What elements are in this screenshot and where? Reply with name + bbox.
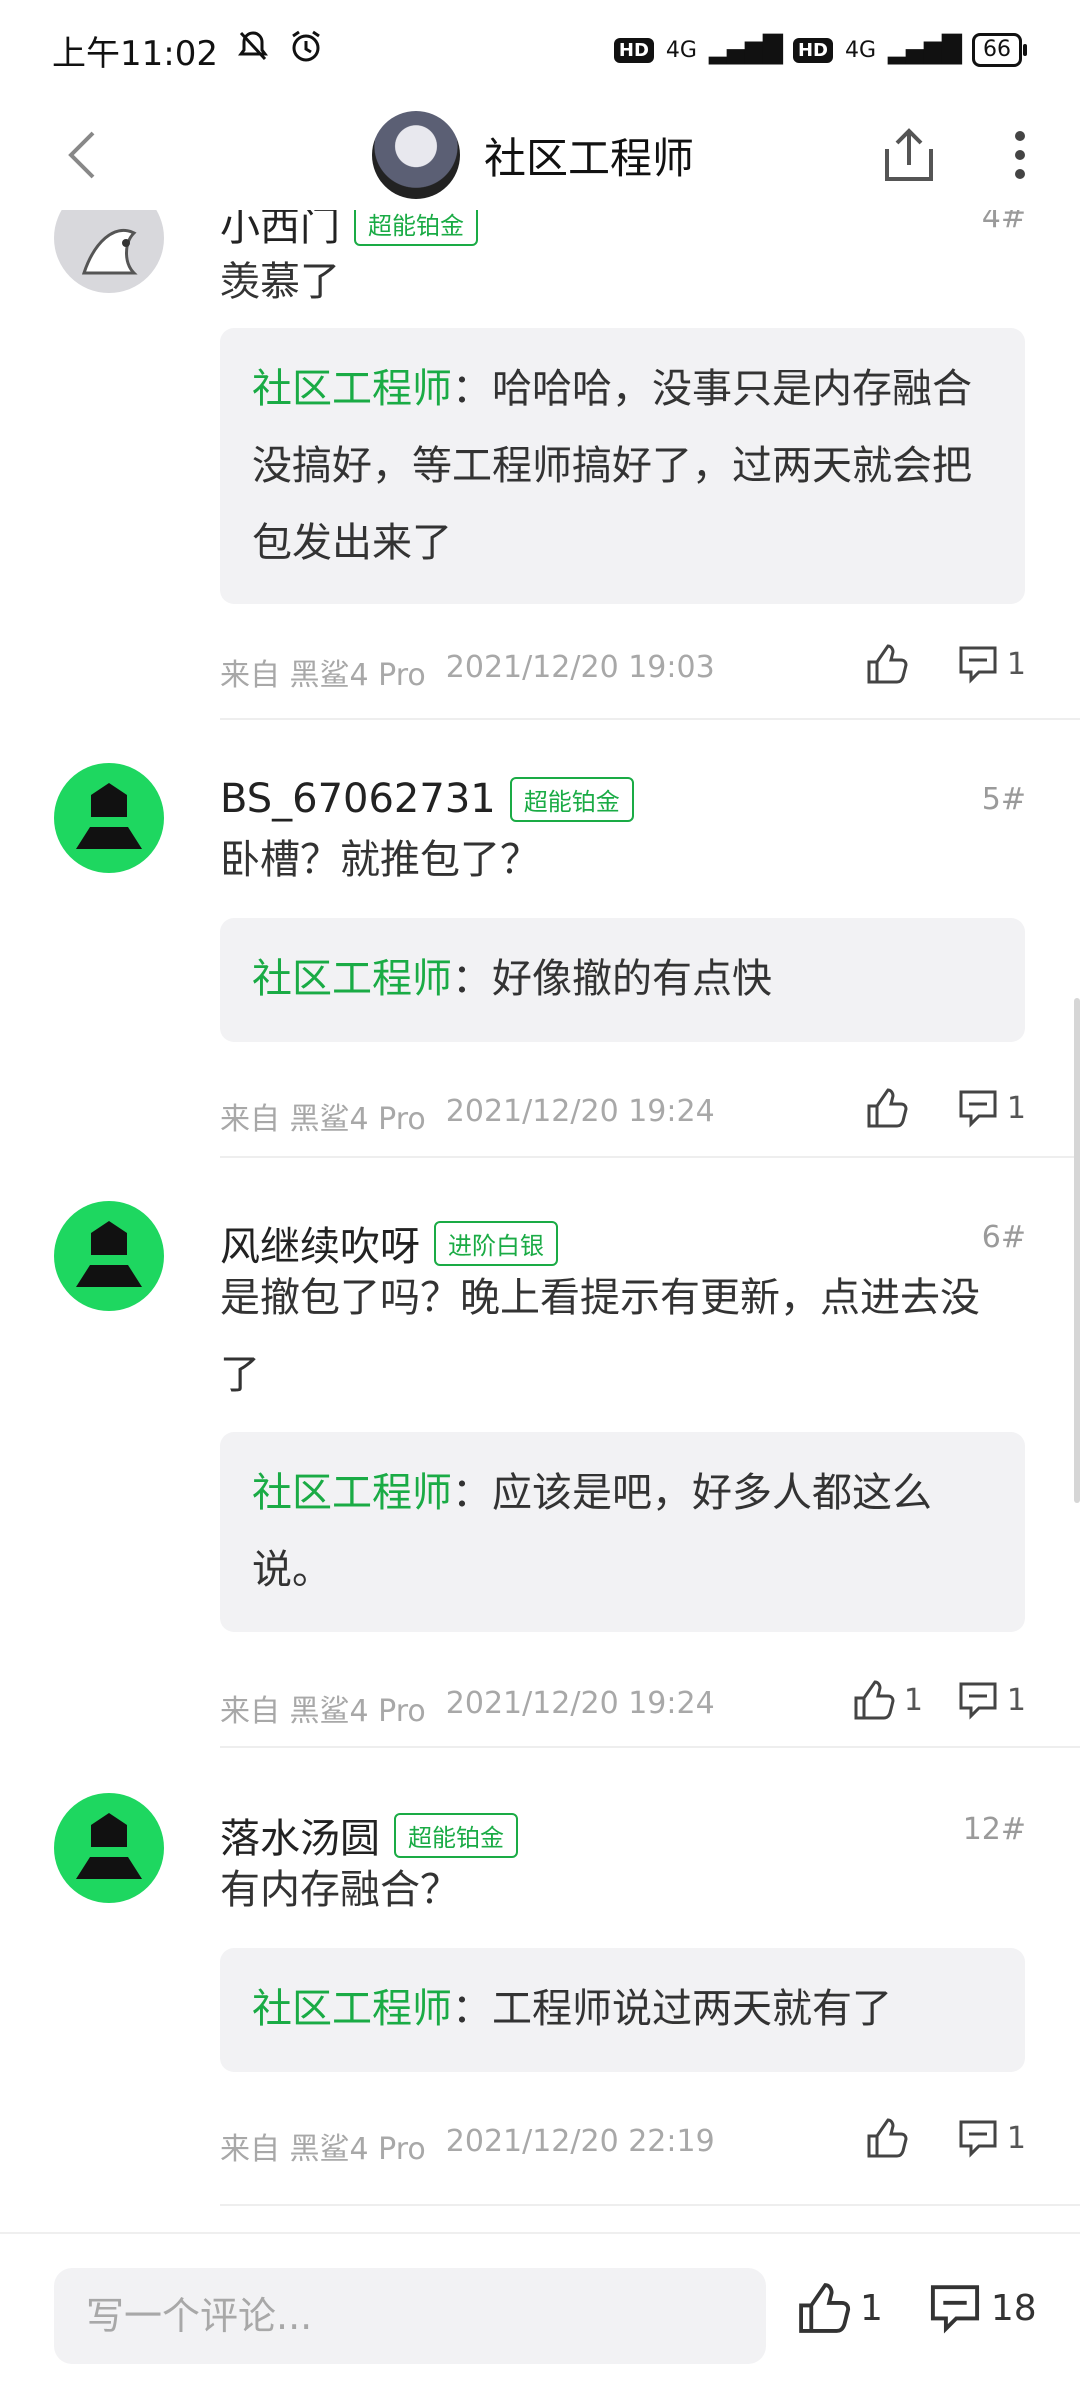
user-avatar[interactable] xyxy=(54,763,164,873)
status-bar: 上午11:02 HD 4G ▂▄▆█ HD 4G ▂▄▆█ 66 xyxy=(0,0,1080,100)
more-button[interactable] xyxy=(990,114,1050,196)
floor-number: 5# xyxy=(981,782,1026,817)
comment-date: 2021/12/20 22:19 xyxy=(445,2124,715,2159)
level-badge: 超能铂金 xyxy=(394,1812,518,1858)
comment-list[interactable]: 小西门 超能铂金 4# 羡慕了 社区工程师：哈哈哈，没事只是内存融合没搞好，等工… xyxy=(0,210,1080,2230)
comment-icon xyxy=(930,2285,979,2334)
bottom-bar: 1 18 xyxy=(0,2232,1080,2402)
share-button[interactable] xyxy=(868,114,950,196)
like-count: 1 xyxy=(903,1682,923,1718)
author-reply: 社区工程师：哈哈哈，没事只是内存融合没搞好，等工程师搞好了，过两天就会把包发出来… xyxy=(220,328,1025,604)
comment-date: 2021/12/20 19:03 xyxy=(445,650,715,685)
thumbs-up-icon xyxy=(867,2118,908,2158)
comment-text: 有内存融合？ xyxy=(220,1867,460,1913)
mute-bell-icon xyxy=(236,29,270,72)
comment-icon xyxy=(959,646,997,684)
reply-author[interactable]: 社区工程师 xyxy=(252,956,452,1002)
post-comment-count: 18 xyxy=(990,2287,1037,2329)
share-icon xyxy=(885,128,933,181)
like-button[interactable] xyxy=(865,2116,917,2160)
divider xyxy=(220,1746,1080,1748)
reply-count: 1 xyxy=(1006,646,1026,682)
source-device: 来自 黑鲨4 Pro xyxy=(220,2132,426,2167)
comment-input[interactable] xyxy=(54,2268,766,2364)
comment-icon xyxy=(959,1682,997,1720)
divider xyxy=(220,718,1080,720)
author-reply: 社区工程师：应该是吧，好多人都这么说。 xyxy=(220,1432,1025,1632)
reply-text: ：工程师说过两天就有了 xyxy=(452,1986,892,2032)
network-type-label-2: 4G xyxy=(844,37,877,63)
scrollbar[interactable] xyxy=(1074,998,1080,1503)
thumbs-up-icon xyxy=(854,1680,895,1720)
level-badge: 超能铂金 xyxy=(354,210,478,246)
reply-author[interactable]: 社区工程师 xyxy=(252,366,452,412)
post-comments-button[interactable]: 18 xyxy=(927,2282,1037,2334)
back-button[interactable] xyxy=(48,120,118,190)
network-type-label: 4G xyxy=(665,37,697,63)
reply-button[interactable]: 1 xyxy=(957,644,1026,684)
hd-badge: HD xyxy=(613,37,654,63)
source-device: 来自 黑鲨4 Pro xyxy=(220,1102,426,1137)
reply-author[interactable]: 社区工程师 xyxy=(252,1470,452,1516)
level-badge: 进阶白银 xyxy=(434,1220,558,1266)
comment-text: 卧槽？就推包了？ xyxy=(220,837,540,883)
author-avatar[interactable] xyxy=(372,111,460,199)
source-device: 来自 黑鲨4 Pro xyxy=(220,658,426,693)
comment-text: 羡慕了 xyxy=(220,259,340,305)
comment-icon xyxy=(959,1090,997,1128)
like-button[interactable]: 1 xyxy=(852,1678,923,1722)
divider xyxy=(220,2204,1080,2206)
reply-button[interactable]: 1 xyxy=(957,2118,1026,2158)
battery-indicator: 66 xyxy=(972,33,1027,67)
floor-number: 4# xyxy=(981,210,1026,235)
signal-icon: ▂▄▆█ xyxy=(708,35,783,65)
thumbs-up-icon xyxy=(799,2283,851,2333)
author-reply: 社区工程师：好像撤的有点快 xyxy=(220,918,1025,1042)
author-reply: 社区工程师：工程师说过两天就有了 xyxy=(220,1948,1025,2072)
level-badge: 超能铂金 xyxy=(509,776,634,822)
username[interactable]: BS_67062731 xyxy=(220,776,496,822)
thumbs-up-icon xyxy=(867,1088,908,1128)
signal-icon-2: ▂▄▆█ xyxy=(888,35,962,65)
post-like-count: 1 xyxy=(860,2287,883,2329)
comment-icon xyxy=(959,2120,997,2158)
comment-date: 2021/12/20 19:24 xyxy=(445,1686,715,1721)
user-avatar[interactable] xyxy=(54,210,164,293)
title-wrap: 社区工程师 xyxy=(372,100,694,210)
reply-count: 1 xyxy=(1006,1682,1026,1718)
user-avatar[interactable] xyxy=(54,1201,164,1311)
reply-count: 1 xyxy=(1006,1090,1026,1126)
comment-text: 是撤包了吗？晚上看提示有更新，点进去没了 xyxy=(220,1275,980,1398)
reply-button[interactable]: 1 xyxy=(957,1680,1026,1720)
top-bar: 社区工程师 xyxy=(0,100,1080,210)
reply-count: 1 xyxy=(1006,2120,1026,2156)
post-like-button[interactable]: 1 xyxy=(796,2280,883,2336)
divider xyxy=(220,1156,1080,1158)
page-title: 社区工程师 xyxy=(484,133,695,183)
thumbs-up-icon xyxy=(867,644,908,684)
floor-number: 6# xyxy=(981,1220,1026,1255)
comment-date: 2021/12/20 19:24 xyxy=(445,1094,715,1129)
reply-text: ：好像撤的有点快 xyxy=(452,956,772,1002)
source-device: 来自 黑鲨4 Pro xyxy=(220,1694,426,1729)
more-vertical-icon xyxy=(1015,131,1025,179)
alarm-icon xyxy=(288,28,324,73)
status-time: 上午11:02 xyxy=(52,33,218,74)
like-button[interactable] xyxy=(865,1086,917,1130)
like-button[interactable] xyxy=(865,642,917,686)
hd-badge-2: HD xyxy=(792,37,833,63)
reply-button[interactable]: 1 xyxy=(957,1088,1026,1128)
back-arrow-icon xyxy=(68,131,95,179)
reply-author[interactable]: 社区工程师 xyxy=(252,1986,452,2032)
user-avatar[interactable] xyxy=(54,1793,164,1903)
floor-number: 12# xyxy=(962,1812,1026,1847)
